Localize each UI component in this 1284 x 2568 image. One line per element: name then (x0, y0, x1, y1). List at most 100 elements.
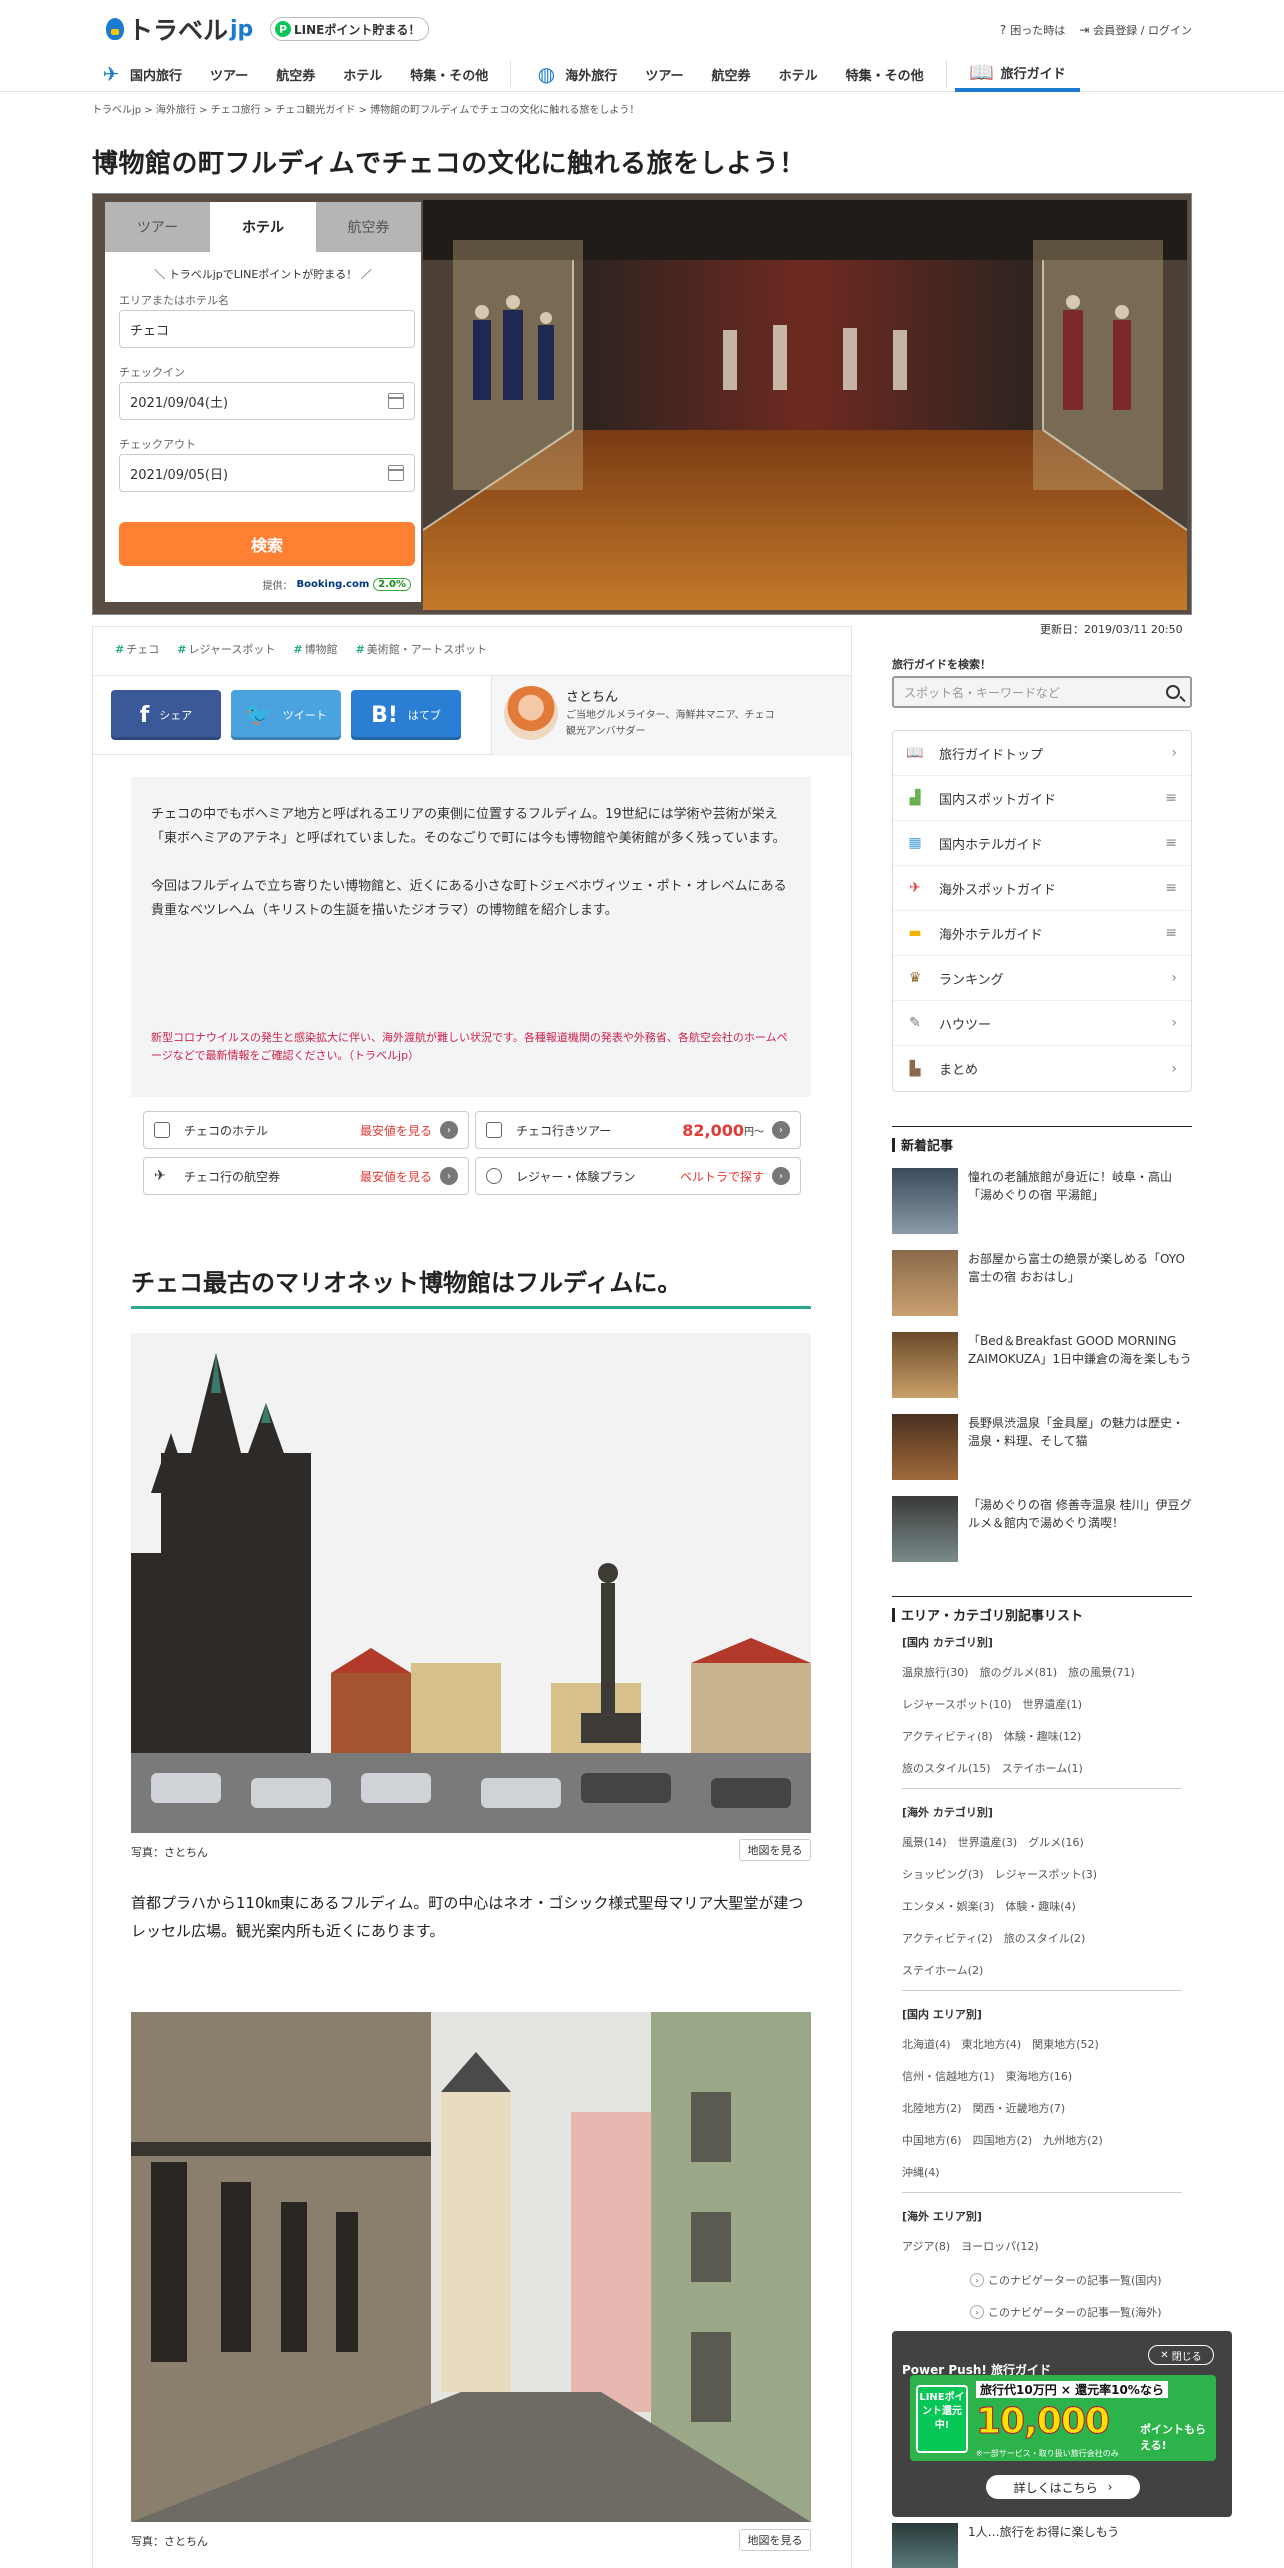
flight-link[interactable]: ✈ チェコ行の航空券 最安値を見る › (143, 1157, 469, 1195)
crown-icon: ♛ (908, 970, 922, 986)
checkout-field[interactable]: 2021/09/05(日) (119, 454, 415, 492)
details-label: 詳しくはこちら (1013, 2480, 1098, 2495)
menu-item-domestic-hotel[interactable]: ▦ 国内ホテルガイド ≡ (893, 821, 1191, 866)
news-thumbnail (892, 2523, 958, 2568)
updated-date: 更新日：2019/03/11 20:50 (1040, 623, 1183, 636)
category-links[interactable]: 旅のスタイル(15) ステイホーム(1) (902, 1760, 1083, 1776)
news-item[interactable]: お部屋から富士の絶景が楽しめる「OYO 富士の宿 おおはし」 (892, 1250, 1192, 1316)
twitter-share-label: ツイート (282, 709, 327, 722)
menu-item-matome[interactable]: ▙ まとめ › (893, 1046, 1191, 1091)
guide-search-input[interactable]: スポット名・キーワードなど (892, 676, 1192, 708)
news-title: 「湯めぐりの宿 修善寺温泉 桂川」伊豆グルメ＆館内で湯めぐり満喫！ (968, 1498, 1192, 1530)
category-links[interactable]: ショッピング(3) レジャースポット(3) (902, 1866, 1097, 1882)
category-links[interactable]: アクティビティ(2) 旅のスタイル(2) (902, 1930, 1085, 1946)
news-item[interactable]: 「Bed＆Breakfast GOOD MORNING ZAIMOKUZA」1日… (892, 1332, 1192, 1398)
category-links[interactable]: 北陸地方(2) 関西・近畿地方(7) (902, 2100, 1065, 2116)
category-links[interactable]: エンタメ・娯楽(3) 体験・趣味(4) (902, 1898, 1076, 1914)
tour-link[interactable]: チェコ行きツアー 82,000 円～ › (475, 1111, 801, 1149)
tab-hotel[interactable]: ホテル (210, 202, 316, 252)
avatar[interactable] (504, 686, 558, 740)
menu-item-guide-top[interactable]: 📖 旅行ガイドトップ › (893, 731, 1191, 776)
tag-link[interactable]: # レジャースポット (177, 641, 275, 657)
tag-link[interactable]: # 博物館 (293, 641, 337, 657)
nav-domestic-flight[interactable]: 航空券 (262, 56, 329, 92)
balloon-icon (486, 1168, 502, 1184)
hotel-link[interactable]: チェコのホテル 最安値を見る › (143, 1111, 469, 1149)
activity-link[interactable]: レジャー・体験プラン ベルトラで探す › (475, 1157, 801, 1195)
twitter-share-button[interactable]: 🐦 ツイート (231, 690, 341, 740)
search-icon[interactable] (1166, 685, 1180, 699)
login-link[interactable]: ⇥ 会員登録 / ログイン (1079, 22, 1192, 38)
category-links[interactable]: アジア(8) ヨーロッパ(12) (902, 2238, 1039, 2254)
menu-item-overseas-spot[interactable]: ✈ 海外スポットガイド ≡ (893, 866, 1191, 911)
news-item[interactable]: 1人…旅行をお得に楽しもう (892, 2523, 1192, 2568)
category-links[interactable]: 風景(14) 世界遺産(3) グルメ(16) (902, 1834, 1084, 1850)
category-links[interactable]: 温泉旅行(30) 旅のグルメ(81) 旅の風景(71) (902, 1664, 1135, 1680)
close-icon: ✕ (1160, 2349, 1169, 2361)
checkin-field[interactable]: 2021/09/04(土) (119, 382, 415, 420)
tab-tour[interactable]: ツアー (105, 202, 210, 252)
intro-paragraph: 今回はフルディムで立ち寄りたい博物館と、近くにある小さな町トジェベホヴィツェ・ポ… (151, 879, 787, 918)
help-link[interactable]: ? 困った時は (1000, 22, 1065, 38)
checkin-value: 2021/09/04(土) (130, 395, 229, 411)
category-links[interactable]: レジャースポット(10) 世界遺産(1) (902, 1696, 1082, 1712)
chevron-right-icon: › (1171, 1015, 1177, 1031)
nav-domestic-tour[interactable]: ツアー (196, 56, 262, 92)
nav-overseas-tour[interactable]: ツアー (631, 56, 697, 92)
covid-notice: 新型コロナウイルスの発生と感染拡大に伴い、海外渡航が難しい状況です。各種報道機関… (151, 1031, 788, 1062)
nav-overseas-label: 海外旅行 (565, 68, 618, 84)
menu-item-label: ランキング (939, 972, 1004, 988)
nav-travel-guide[interactable]: 📖 旅行ガイド (954, 56, 1080, 92)
details-button[interactable]: 詳しくはこちら › (986, 2475, 1140, 2499)
tab-flight[interactable]: 航空券 (316, 202, 421, 252)
news-thumbnail (892, 1496, 958, 1562)
close-button[interactable]: ✕ 閉じる (1148, 2345, 1214, 2365)
author-name[interactable]: さとちん (566, 686, 618, 705)
site-logo[interactable]: トラベル jp (106, 14, 253, 45)
menu-item-label: 国内ホテルガイド (939, 837, 1043, 853)
category-links[interactable]: 沖縄(4) (902, 2164, 940, 2180)
menu-item-overseas-hotel[interactable]: ▬ 海外ホテルガイド ≡ (893, 911, 1191, 956)
nav-domestic-special[interactable]: 特集・その他 (396, 56, 502, 92)
news-item[interactable]: 「湯めぐりの宿 修善寺温泉 桂川」伊豆グルメ＆館内で湯めぐり満喫！ (892, 1496, 1192, 1562)
nav-overseas[interactable]: ◍ 海外旅行 (519, 56, 631, 92)
menu-lines-icon: ≡ (1165, 880, 1177, 896)
nav-overseas-flight[interactable]: 航空券 (698, 56, 765, 92)
map-button[interactable]: 地図を見る (739, 2529, 811, 2551)
category-links[interactable]: 信州・信越地方(1) 東海地方(16) (902, 2068, 1072, 2084)
tag-link[interactable]: # 美術館・アートスポット (356, 641, 488, 657)
hotel-search-button[interactable]: 検索 (119, 522, 415, 566)
news-item[interactable]: 憧れの老舗旅館が身近に！岐阜・高山「湯めぐりの宿 平湯館」 (892, 1168, 1192, 1234)
menu-item-domestic-spot[interactable]: ▟ 国内スポットガイド ≡ (893, 776, 1191, 821)
navigator-articles-overseas[interactable]: › このナビゲーターの記事一覧(海外) (970, 2304, 1162, 2320)
line-point-badge[interactable]: P LINEポイント貯まる！ (270, 17, 430, 41)
map-button[interactable]: 地図を見る (739, 1839, 811, 1861)
nav-domestic[interactable]: ✈ 国内旅行 (98, 56, 196, 92)
tag-label: 美術館・アートスポット (366, 643, 488, 656)
navigator-articles-domestic[interactable]: › このナビゲーターの記事一覧(国内) (970, 2272, 1162, 2288)
category-list-heading: エリア・カテゴリ別記事リスト (892, 1596, 1192, 1624)
line-point-banner[interactable]: LINEポイント還元中! 旅行代10万円 × 還元率10%なら 10,000 ポ… (910, 2375, 1216, 2461)
category-links[interactable]: 中国地方(6) 四国地方(2) 九州地方(2) (902, 2132, 1103, 2148)
area-input[interactable]: チェコ (119, 310, 415, 348)
facebook-share-button[interactable]: f シェア (111, 690, 221, 740)
nav-overseas-hotel[interactable]: ホテル (765, 56, 832, 92)
hatena-bookmark-button[interactable]: B! はてブ (351, 690, 461, 740)
nav-overseas-special[interactable]: 特集・その他 (832, 56, 938, 92)
menu-item-ranking[interactable]: ♛ ランキング › (893, 956, 1191, 1001)
calendar-icon[interactable] (388, 393, 404, 409)
calendar-icon[interactable] (388, 465, 404, 481)
login-icon: ⇥ (1079, 23, 1090, 37)
category-links[interactable]: 北海道(4) 東北地方(4) 関東地方(52) (902, 2036, 1099, 2052)
hero-image-marionette-museum (423, 200, 1187, 610)
divider (902, 2192, 1182, 2193)
nav-domestic-hotel[interactable]: ホテル (329, 56, 396, 92)
tag-link[interactable]: # チェコ (115, 641, 159, 657)
category-links[interactable]: アクティビティ(8) 体験・趣味(12) (902, 1728, 1081, 1744)
menu-item-label: まとめ (939, 1063, 979, 1078)
menu-item-howto[interactable]: ✎ ハウツー › (893, 1001, 1191, 1046)
category-links[interactable]: ステイホーム(2) (902, 1962, 983, 1978)
author-box[interactable]: さとちん ご当地グルメライター、海鮮丼マニア、チェコ観光アンバサダー (491, 676, 851, 756)
news-item[interactable]: 長野県渋温泉「金具屋」の魅力は歴史・温泉・料理、そして猫 (892, 1414, 1192, 1480)
breadcrumb[interactable]: トラベルjp > 海外旅行 > チェコ旅行 > チェコ観光ガイド > 博物館の町… (92, 101, 639, 116)
